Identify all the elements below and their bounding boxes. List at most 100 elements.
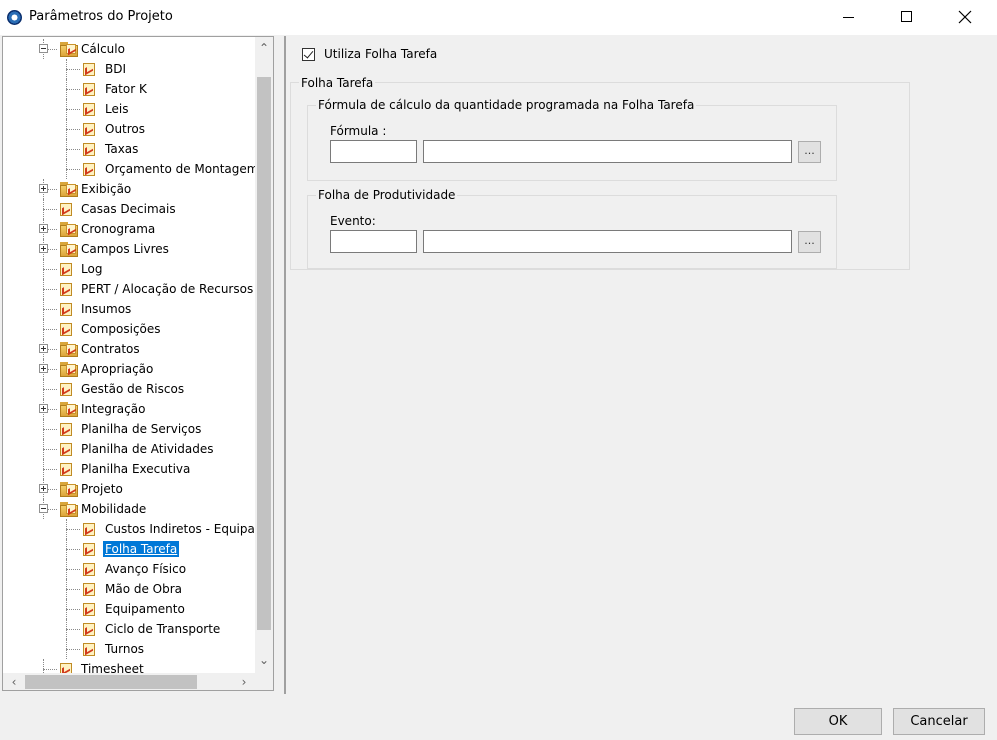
tree-item-label[interactable]: Gestão de Riscos [79,381,186,397]
collapse-icon[interactable] [39,44,48,53]
tree-item-pert-alocacao-de-recursos[interactable]: PERT / Alocação de Recursos [3,279,255,299]
cancel-button[interactable]: Cancelar [893,708,985,735]
tree-item-label[interactable]: BDI [103,61,128,77]
document-icon [83,143,95,156]
collapse-icon[interactable] [39,504,48,513]
tree-item-mobilidade[interactable]: Mobilidade [3,499,255,519]
tree-item-taxas[interactable]: Taxas [3,139,255,159]
scroll-left-icon[interactable]: ‹ [5,673,23,690]
tree-item-label[interactable]: Apropriação [79,361,155,377]
tree-item-exibicao[interactable]: Exibição [3,179,255,199]
tree-item-label[interactable]: Custos Indiretos - Equipamentos [103,521,255,537]
tree-item-casas-decimais[interactable]: Casas Decimais [3,199,255,219]
settings-tree[interactable]: Cálculo BDI Fator K Leis Outros Taxas Orçament… [2,36,274,691]
tree-item-label[interactable]: Planilha de Atividades [79,441,215,457]
tree-item-equipamento[interactable]: Equipamento [3,599,255,619]
close-button[interactable] [942,0,988,35]
tree-item-timesheet[interactable]: Timesheet [3,659,255,673]
tree-item-avanco-fisico[interactable]: Avanço Físico [3,559,255,579]
tree-item-label[interactable]: Composições [79,321,163,337]
tree-item-label[interactable]: Mobilidade [79,501,148,517]
tree-item-label[interactable]: Insumos [79,301,133,317]
scroll-down-icon[interactable]: ⌄ [255,651,273,669]
tree-item-cronograma[interactable]: Cronograma [3,219,255,239]
tree-item-log[interactable]: Log [3,259,255,279]
use-folha-tarefa-checkbox[interactable] [302,48,315,61]
tree-item-label[interactable]: Timesheet [79,661,146,673]
use-folha-tarefa-label[interactable]: Utiliza Folha Tarefa [324,47,437,61]
tree-item-folha-tarefa[interactable]: Folha Tarefa [3,539,255,559]
formula-browse-button[interactable]: ... [798,141,821,163]
expand-icon[interactable] [39,184,48,193]
tree-item-label[interactable]: Integração [79,401,147,417]
tree-connector-line [43,309,57,310]
minimize-button[interactable] [826,0,872,35]
tree-item-gestao-de-riscos[interactable]: Gestão de Riscos [3,379,255,399]
tree-item-label[interactable]: Taxas [103,141,140,157]
tree-item-label[interactable]: Planilha de Serviços [79,421,203,437]
event-description-input[interactable] [423,230,792,253]
tree-item-label[interactable]: Outros [103,121,147,137]
event-browse-button[interactable]: ... [798,231,821,253]
tree-item-composicoes[interactable]: Composições [3,319,255,339]
formula-code-input[interactable] [330,140,417,163]
expand-icon[interactable] [39,244,48,253]
tree-item-label[interactable]: PERT / Alocação de Recursos [79,281,255,297]
tree-item-label[interactable]: Campos Livres [79,241,171,257]
tree-item-label[interactable]: Planilha Executiva [79,461,192,477]
folder-icon [60,222,80,238]
tree-item-insumos[interactable]: Insumos [3,299,255,319]
tree-item-projeto[interactable]: Projeto [3,479,255,499]
tree-item-custos-indiretos-equipamentos[interactable]: Custos Indiretos - Equipamentos [3,519,255,539]
tree-item-label[interactable]: Mão de Obra [103,581,184,597]
tree-item-label[interactable]: Exibição [79,181,133,197]
tree-item-label[interactable]: Equipamento [103,601,187,617]
tree-item-label[interactable]: Ciclo de Transporte [103,621,222,637]
tree-horizontal-scrollbar[interactable]: ‹ › [3,673,255,690]
tree-item-orcamento-de-montagem[interactable]: Orçamento de Montagem [3,159,255,179]
tree-vertical-scrollbar[interactable]: ⌃ ⌄ [255,37,273,673]
tree-item-bdi[interactable]: BDI [3,59,255,79]
tree-item-mao-de-obra[interactable]: Mão de Obra [3,579,255,599]
scroll-right-icon[interactable]: › [235,673,253,690]
tree-item-label[interactable]: Folha Tarefa [103,541,180,557]
tree-item-apropriacao[interactable]: Apropriação [3,359,255,379]
ok-button[interactable]: OK [794,708,882,735]
tree-item-label[interactable]: Orçamento de Montagem [103,161,255,177]
tree-item-label[interactable]: Log [79,261,104,277]
tree-item-calculo[interactable]: Cálculo [3,39,255,59]
expand-icon[interactable] [39,484,48,493]
folder-icon [60,362,80,378]
tree-item-integracao[interactable]: Integração [3,399,255,419]
tree-item-label[interactable]: Contratos [79,341,142,357]
settings-content-panel: Utiliza Folha Tarefa Folha Tarefa Fórmul… [284,36,997,694]
horizontal-scroll-thumb[interactable] [25,675,197,689]
vertical-scroll-thumb[interactable] [257,77,271,630]
expand-icon[interactable] [39,364,48,373]
tree-item-planilha-de-servicos[interactable]: Planilha de Serviços [3,419,255,439]
tree-item-label[interactable]: Turnos [103,641,146,657]
formula-description-input[interactable] [423,140,792,163]
tree-item-label[interactable]: Casas Decimais [79,201,178,217]
expand-icon[interactable] [39,224,48,233]
maximize-button[interactable] [884,0,930,35]
tree-item-label[interactable]: Cálculo [79,41,127,57]
expand-icon[interactable] [39,344,48,353]
tree-item-label[interactable]: Leis [103,101,130,117]
tree-item-outros[interactable]: Outros [3,119,255,139]
tree-item-planilha-executiva[interactable]: Planilha Executiva [3,459,255,479]
tree-item-label[interactable]: Cronograma [79,221,157,237]
tree-item-turnos[interactable]: Turnos [3,639,255,659]
tree-item-leis[interactable]: Leis [3,99,255,119]
tree-item-contratos[interactable]: Contratos [3,339,255,359]
tree-item-planilha-de-atividades[interactable]: Planilha de Atividades [3,439,255,459]
scroll-up-icon[interactable]: ⌃ [255,39,273,57]
tree-item-label[interactable]: Fator K [103,81,149,97]
event-code-input[interactable] [330,230,417,253]
expand-icon[interactable] [39,404,48,413]
tree-item-label[interactable]: Projeto [79,481,125,497]
tree-item-ciclo-de-transporte[interactable]: Ciclo de Transporte [3,619,255,639]
tree-item-label[interactable]: Avanço Físico [103,561,188,577]
tree-item-fator-k[interactable]: Fator K [3,79,255,99]
tree-item-campos-livres[interactable]: Campos Livres [3,239,255,259]
